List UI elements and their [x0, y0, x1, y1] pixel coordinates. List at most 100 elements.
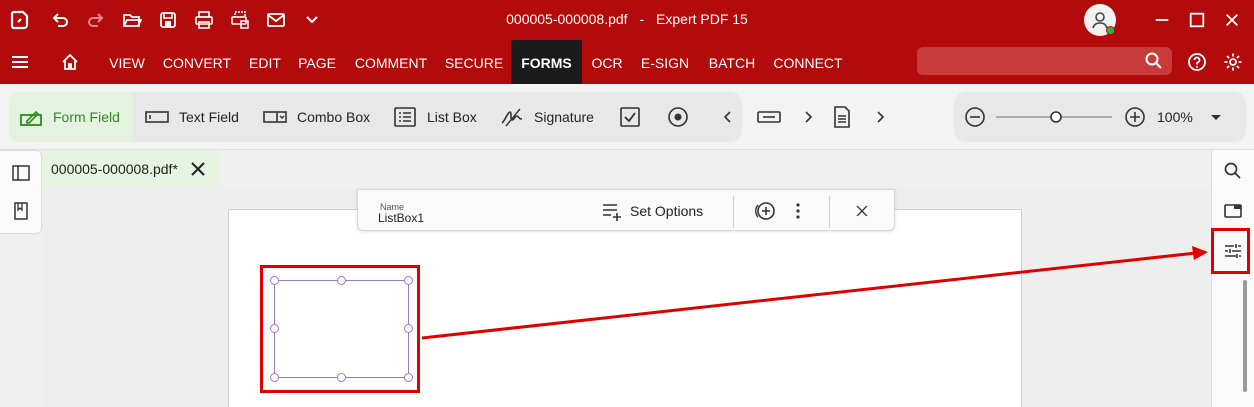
- menu-esign[interactable]: E-SIGN: [636, 40, 694, 84]
- window-title-separator: -: [639, 11, 645, 27]
- sidebar-panel-icon: [12, 165, 30, 181]
- bookmarks-panel-button[interactable]: [9, 199, 33, 223]
- left-side-panel: [0, 150, 42, 234]
- menu-secure[interactable]: SECURE: [442, 40, 506, 84]
- text-field-icon: [145, 111, 169, 123]
- annotation-highlight-box: [260, 265, 420, 393]
- zoom-slider[interactable]: [994, 92, 1114, 142]
- window-title: 000005-000008.pdf - Expert PDF 15: [0, 11, 1254, 27]
- window-file-name: 000005-000008.pdf: [506, 11, 628, 27]
- toolbar-divider: [829, 196, 830, 228]
- search-box[interactable]: [917, 47, 1172, 75]
- button-field-tool[interactable]: [757, 92, 781, 142]
- minimize-button[interactable]: [1148, 6, 1176, 34]
- search-icon: [1224, 162, 1241, 179]
- form-field-tool[interactable]: Form Field: [9, 92, 133, 142]
- save-icon[interactable]: [154, 6, 182, 34]
- maximize-button[interactable]: [1183, 6, 1211, 34]
- signature-tool[interactable]: Signature: [500, 92, 594, 142]
- chevron-right-2[interactable]: [868, 92, 892, 142]
- search-icon[interactable]: [1144, 51, 1164, 71]
- maximize-icon: [1189, 12, 1205, 28]
- text-field-tool[interactable]: Text Field: [145, 92, 239, 142]
- title-bar: 000005-000008.pdf - Expert PDF 15: [0, 0, 1254, 40]
- form-field-icon: [20, 110, 42, 126]
- quick-access-dropdown-icon[interactable]: [298, 6, 326, 34]
- right-side-panel: [1211, 150, 1254, 407]
- zoom-slider-track[interactable]: [994, 105, 1114, 129]
- document-icon: [834, 106, 850, 128]
- list-box-icon: [394, 107, 416, 127]
- menu-comment[interactable]: COMMENT: [348, 40, 434, 84]
- chevron-left-icon: [723, 111, 731, 123]
- checkbox-tool[interactable]: [618, 92, 642, 142]
- combo-box-label: Combo Box: [297, 109, 371, 125]
- thumbnails-panel-button[interactable]: [9, 161, 33, 185]
- email-icon[interactable]: [262, 6, 290, 34]
- form-field-label: Form Field: [53, 109, 120, 125]
- document-tab[interactable]: 000005-000008.pdf*: [42, 150, 220, 188]
- chevron-right-icon: [877, 111, 885, 123]
- online-status-dot: [1106, 26, 1115, 35]
- document-tab-label: 000005-000008.pdf*: [51, 161, 178, 177]
- text-field-label: Text Field: [179, 109, 239, 125]
- zoom-out-button[interactable]: [963, 92, 987, 142]
- list-add-icon: [603, 204, 621, 221]
- close-window-button[interactable]: [1218, 6, 1246, 34]
- home-icon[interactable]: [56, 48, 84, 76]
- button-field-icon: [757, 111, 781, 123]
- list-box-tool[interactable]: List Box: [393, 92, 477, 142]
- user-avatar[interactable]: [1084, 4, 1116, 36]
- signature-icon: [501, 108, 523, 127]
- more-options-button[interactable]: [787, 200, 809, 222]
- combo-box-tool[interactable]: Combo Box: [263, 92, 370, 142]
- open-folder-icon[interactable]: [118, 6, 146, 34]
- toolbar-divider: [733, 196, 734, 228]
- search-input[interactable]: [917, 47, 1137, 75]
- menu-forms[interactable]: FORMS: [511, 40, 582, 84]
- menu-batch[interactable]: BATCH: [704, 40, 760, 84]
- zoom-in-icon: [1125, 107, 1145, 127]
- close-tab-icon[interactable]: [188, 159, 208, 179]
- zoom-in-button[interactable]: [1123, 92, 1147, 142]
- hamburger-menu-icon[interactable]: [6, 48, 34, 76]
- zoom-out-icon: [965, 107, 985, 127]
- close-field-toolbar-button[interactable]: [851, 200, 873, 222]
- zoom-level[interactable]: 100%: [1157, 92, 1193, 142]
- chevron-right-icon: [805, 111, 813, 123]
- zoom-dropdown[interactable]: [1204, 92, 1228, 142]
- checkbox-icon: [620, 107, 640, 127]
- radio-button-tool[interactable]: [666, 92, 690, 142]
- close-icon: [1225, 13, 1239, 27]
- window-app-name: Expert PDF 15: [656, 11, 748, 27]
- help-icon[interactable]: [1183, 48, 1211, 76]
- add-field-button[interactable]: [754, 200, 776, 222]
- settings-gear-icon[interactable]: [1219, 48, 1247, 76]
- field-name-value[interactable]: ListBox1: [378, 211, 424, 225]
- menu-convert[interactable]: CONVERT: [158, 40, 236, 84]
- set-options-button[interactable]: Set Options: [601, 200, 703, 222]
- document-field-tool[interactable]: [830, 92, 854, 142]
- batch-print-icon[interactable]: [226, 6, 254, 34]
- combo-box-icon: [263, 111, 287, 123]
- menu-edit[interactable]: EDIT: [244, 40, 286, 84]
- vertical-scrollbar[interactable]: [1243, 280, 1247, 392]
- tool-ribbon: Form Field Text Field Combo Box List Box…: [0, 84, 1254, 150]
- app-logo-icon: [6, 6, 34, 34]
- menu-ocr[interactable]: OCR: [588, 40, 626, 84]
- menu-page[interactable]: PAGE: [294, 40, 340, 84]
- ribbon-scroll-left[interactable]: [716, 92, 740, 142]
- more-vertical-icon: [796, 203, 800, 219]
- redo-icon[interactable]: [82, 6, 110, 34]
- annotation-highlight-properties: [1211, 228, 1250, 274]
- window-panel-button[interactable]: [1220, 198, 1246, 224]
- chevron-right-1[interactable]: [796, 92, 820, 142]
- search-panel-button[interactable]: [1220, 158, 1246, 184]
- set-options-label: Set Options: [630, 203, 704, 219]
- list-box-label: List Box: [427, 109, 477, 125]
- menu-connect[interactable]: CONNECT: [770, 40, 846, 84]
- menu-view[interactable]: VIEW: [102, 40, 152, 84]
- print-icon[interactable]: [190, 6, 218, 34]
- undo-icon[interactable]: [46, 6, 74, 34]
- window-panel-icon: [1224, 204, 1242, 218]
